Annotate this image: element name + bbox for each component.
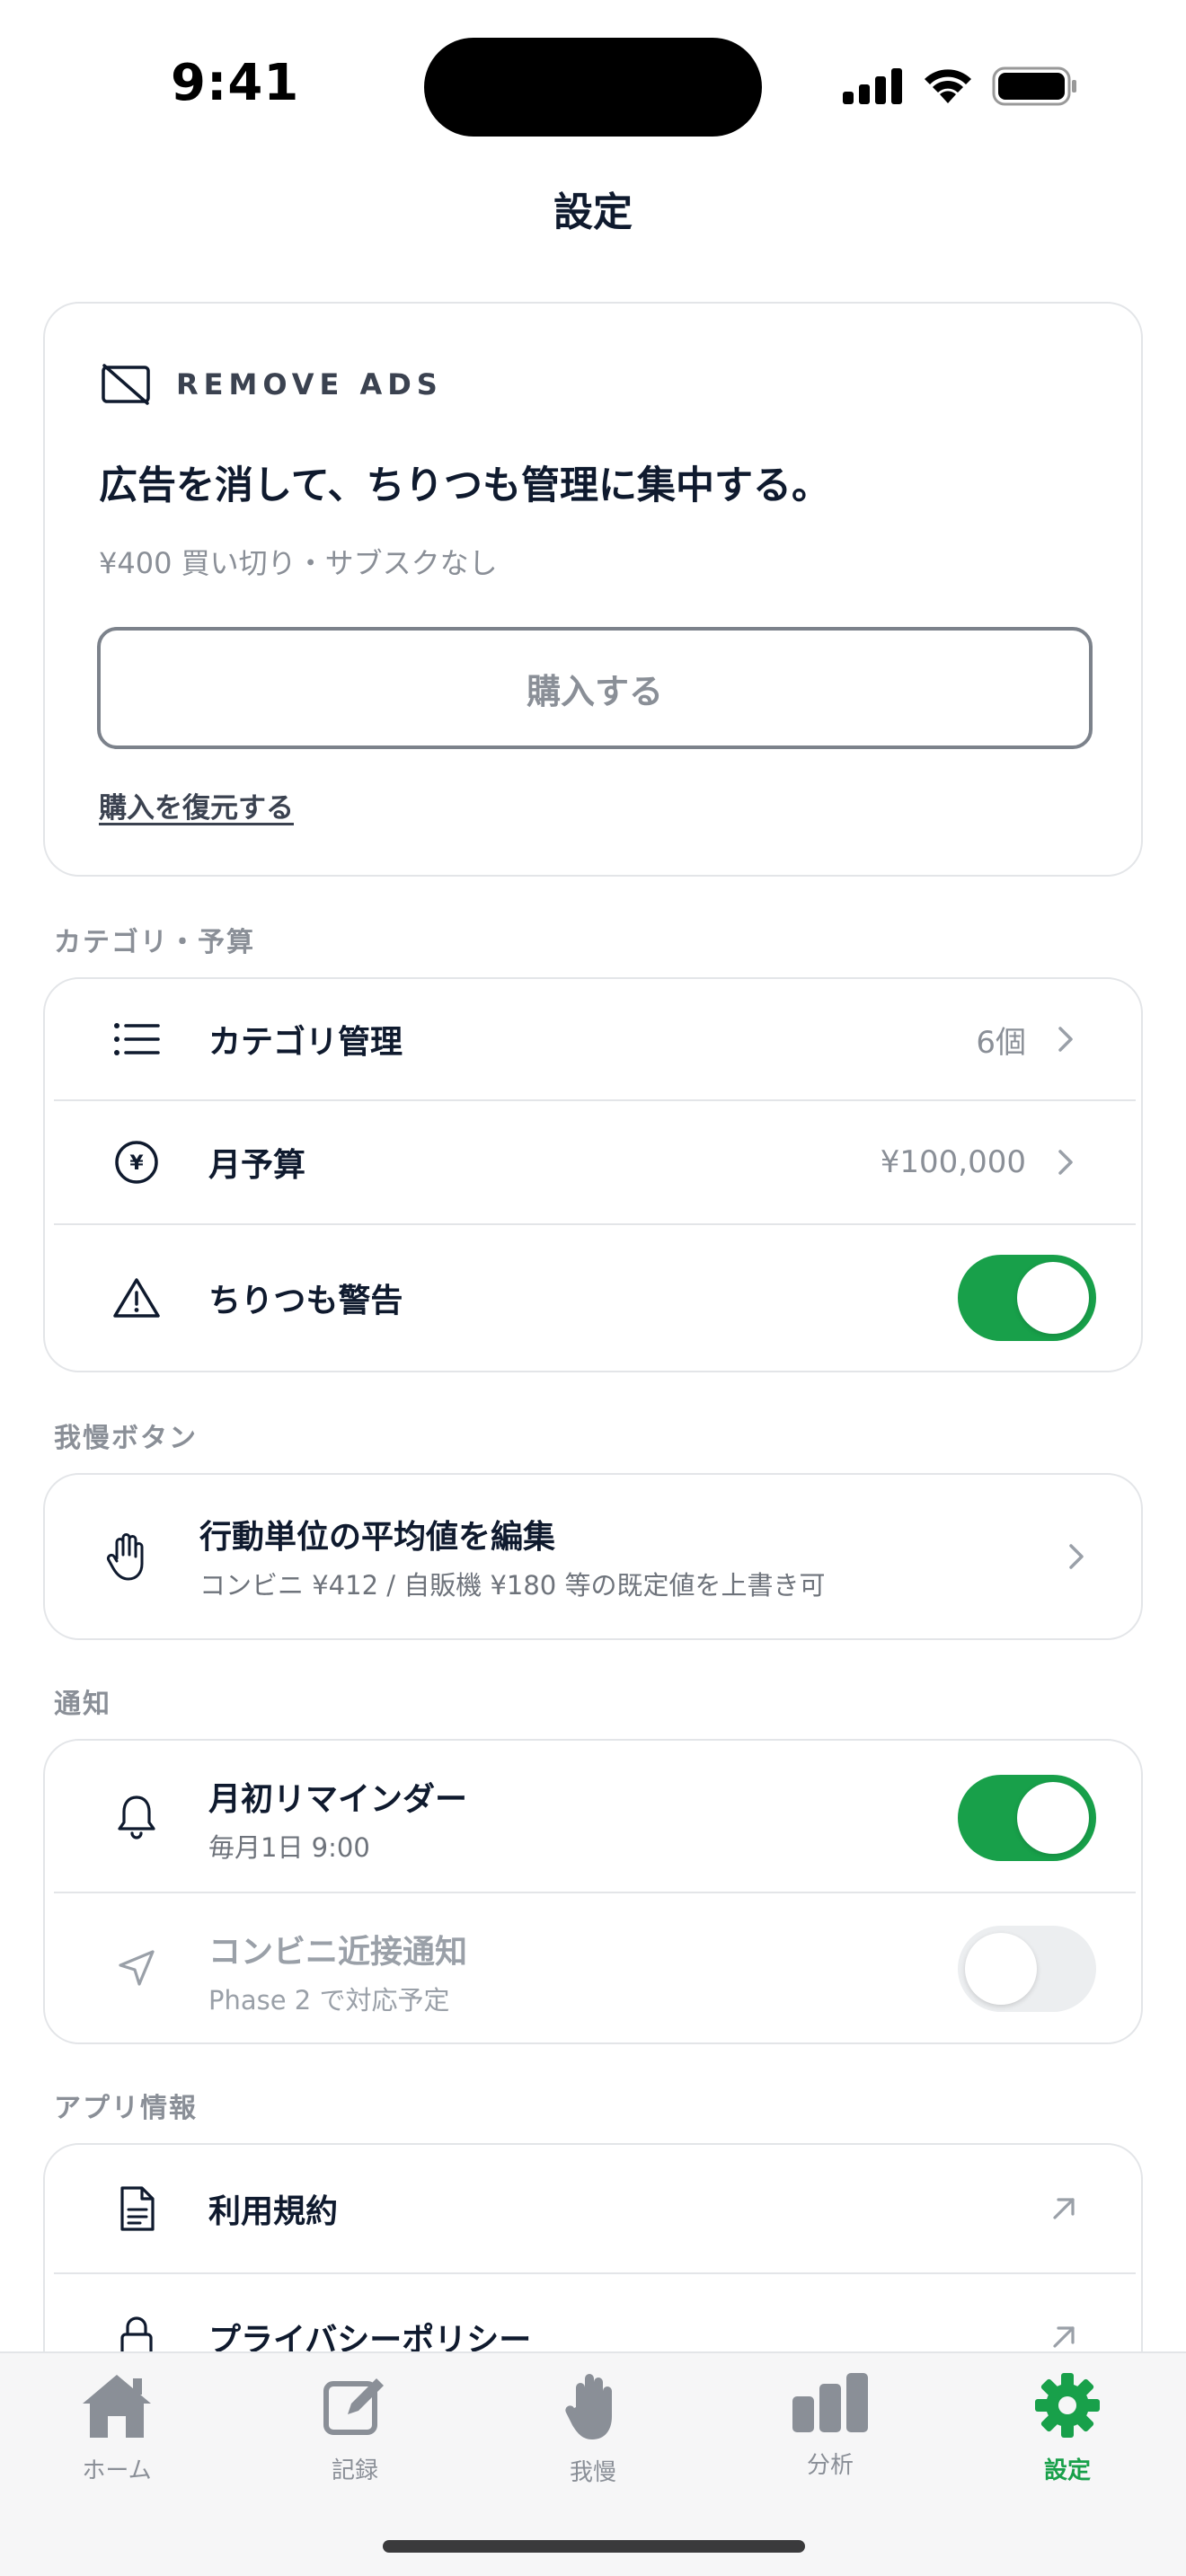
monthly-budget-label: 月予算 bbox=[208, 1147, 306, 1184]
bell-icon bbox=[108, 1787, 165, 1845]
gaman-card: 行動単位の平均値を編集 コンビニ ¥412 / 自販機 ¥180 等の既定値を上… bbox=[43, 1473, 1143, 1640]
edit-average-row[interactable]: 行動単位の平均値を編集 コンビニ ¥412 / 自販機 ¥180 等の既定値を上… bbox=[54, 1475, 1132, 1638]
hand-icon bbox=[99, 1528, 156, 1585]
proximity-notify-sub: Phase 2 で対応予定 bbox=[208, 1985, 450, 2016]
hand-icon bbox=[565, 2374, 612, 2439]
location-arrow-icon bbox=[108, 1939, 165, 1997]
tab-gaman-label: 我慢 bbox=[569, 2459, 616, 2486]
toggle-knob bbox=[965, 1933, 1037, 2005]
chevron-right-icon bbox=[1058, 1150, 1073, 1175]
toggle-knob bbox=[1017, 1262, 1089, 1334]
monthly-budget-value: ¥100,000 bbox=[880, 1144, 1026, 1180]
monthly-reminder-sub: 毎月1日 9:00 bbox=[208, 1832, 370, 1863]
chevron-right-icon bbox=[1058, 1027, 1073, 1052]
terms-label: 利用規約 bbox=[208, 2193, 339, 2230]
document-icon bbox=[108, 2180, 165, 2237]
tab-home[interactable]: ホーム bbox=[27, 2371, 207, 2485]
status-bar: 9:41 bbox=[0, 0, 1186, 171]
status-time: 9:41 bbox=[171, 54, 300, 112]
external-link-icon bbox=[1053, 2198, 1075, 2219]
chiritsumo-warning-toggle[interactable] bbox=[958, 1255, 1096, 1341]
remove-ads-title: 広告を消して、ちりつも管理に集中する。 bbox=[99, 463, 830, 508]
section-label-category: カテゴリ・予算 bbox=[54, 927, 255, 958]
svg-text:¥: ¥ bbox=[129, 1152, 144, 1175]
proximity-notify-row: コンビニ近接通知 Phase 2 で対応予定 bbox=[54, 1893, 1132, 2042]
no-ads-icon bbox=[102, 364, 150, 405]
remove-ads-card: REMOVE ADS 広告を消して、ちりつも管理に集中する。 ¥400 買い切り… bbox=[43, 302, 1143, 877]
monthly-budget-row[interactable]: ¥ 月予算 ¥100,000 bbox=[54, 1101, 1132, 1223]
remove-ads-price: ¥400 買い切り・サブスクなし bbox=[99, 546, 498, 580]
edit-average-label: 行動単位の平均値を編集 bbox=[199, 1519, 556, 1556]
toggle-knob bbox=[1017, 1782, 1089, 1854]
category-budget-card: カテゴリ管理 6個 ¥ 月予算 ¥100,000 ちりつも警告 bbox=[43, 977, 1143, 1372]
category-count-value: 6個 bbox=[976, 1024, 1026, 1061]
edit-average-sub: コンビニ ¥412 / 自販機 ¥180 等の既定値を上書き可 bbox=[199, 1570, 826, 1601]
remove-ads-header: REMOVE ADS bbox=[101, 363, 443, 406]
tab-record-label: 記録 bbox=[331, 2457, 378, 2484]
wifi-icon bbox=[925, 69, 971, 103]
external-link-icon bbox=[1053, 2326, 1075, 2348]
tab-settings[interactable]: 設定 bbox=[978, 2371, 1157, 2485]
bar-chart-icon bbox=[792, 2373, 868, 2432]
tab-analysis-label: 分析 bbox=[806, 2452, 854, 2479]
tab-settings-label: 設定 bbox=[1043, 2457, 1091, 2484]
tab-home-label: ホーム bbox=[82, 2457, 152, 2484]
tab-record[interactable]: 記録 bbox=[265, 2371, 445, 2485]
chiritsumo-warning-label: ちりつも警告 bbox=[208, 1283, 403, 1319]
section-label-notify: 通知 bbox=[54, 1689, 111, 1720]
home-icon bbox=[83, 2375, 151, 2438]
chiritsumo-warning-row: ちりつも警告 bbox=[54, 1225, 1132, 1371]
section-label-appinfo: アプリ情報 bbox=[54, 2093, 198, 2124]
section-label-gaman: 我慢ボタン bbox=[54, 1423, 198, 1454]
edit-icon bbox=[323, 2378, 384, 2435]
yen-circle-icon: ¥ bbox=[108, 1134, 165, 1191]
notification-card: 月初リマインダー 毎月1日 9:00 コンビニ近接通知 Phase 2 で対応予… bbox=[43, 1739, 1143, 2044]
warning-triangle-icon bbox=[108, 1269, 165, 1327]
list-icon bbox=[108, 1010, 165, 1068]
cellular-signal-icon bbox=[843, 68, 902, 104]
gear-icon bbox=[1035, 2373, 1100, 2438]
tab-gaman[interactable]: 我慢 bbox=[503, 2371, 683, 2487]
buy-button[interactable]: 購入する bbox=[97, 627, 1093, 749]
home-indicator bbox=[383, 2540, 805, 2553]
terms-row[interactable]: 利用規約 bbox=[54, 2145, 1132, 2272]
monthly-reminder-toggle[interactable] bbox=[958, 1775, 1096, 1861]
monthly-reminder-label: 月初リマインダー bbox=[208, 1781, 468, 1818]
remove-ads-label: REMOVE ADS bbox=[176, 367, 443, 401]
proximity-notify-label: コンビニ近接通知 bbox=[208, 1934, 468, 1971]
dynamic-island bbox=[424, 38, 762, 137]
status-icons bbox=[843, 61, 1078, 111]
battery-icon bbox=[992, 66, 1076, 106]
proximity-notify-toggle[interactable] bbox=[958, 1926, 1096, 2012]
restore-purchase-link[interactable]: 購入を復元する bbox=[99, 785, 294, 825]
category-management-label: カテゴリ管理 bbox=[208, 1024, 403, 1061]
monthly-reminder-row: 月初リマインダー 毎月1日 9:00 bbox=[54, 1741, 1132, 1892]
page-title: 設定 bbox=[553, 190, 633, 235]
category-management-row[interactable]: カテゴリ管理 6個 bbox=[54, 979, 1132, 1099]
chevron-right-icon bbox=[1069, 1544, 1084, 1569]
tab-analysis[interactable]: 分析 bbox=[740, 2371, 920, 2480]
